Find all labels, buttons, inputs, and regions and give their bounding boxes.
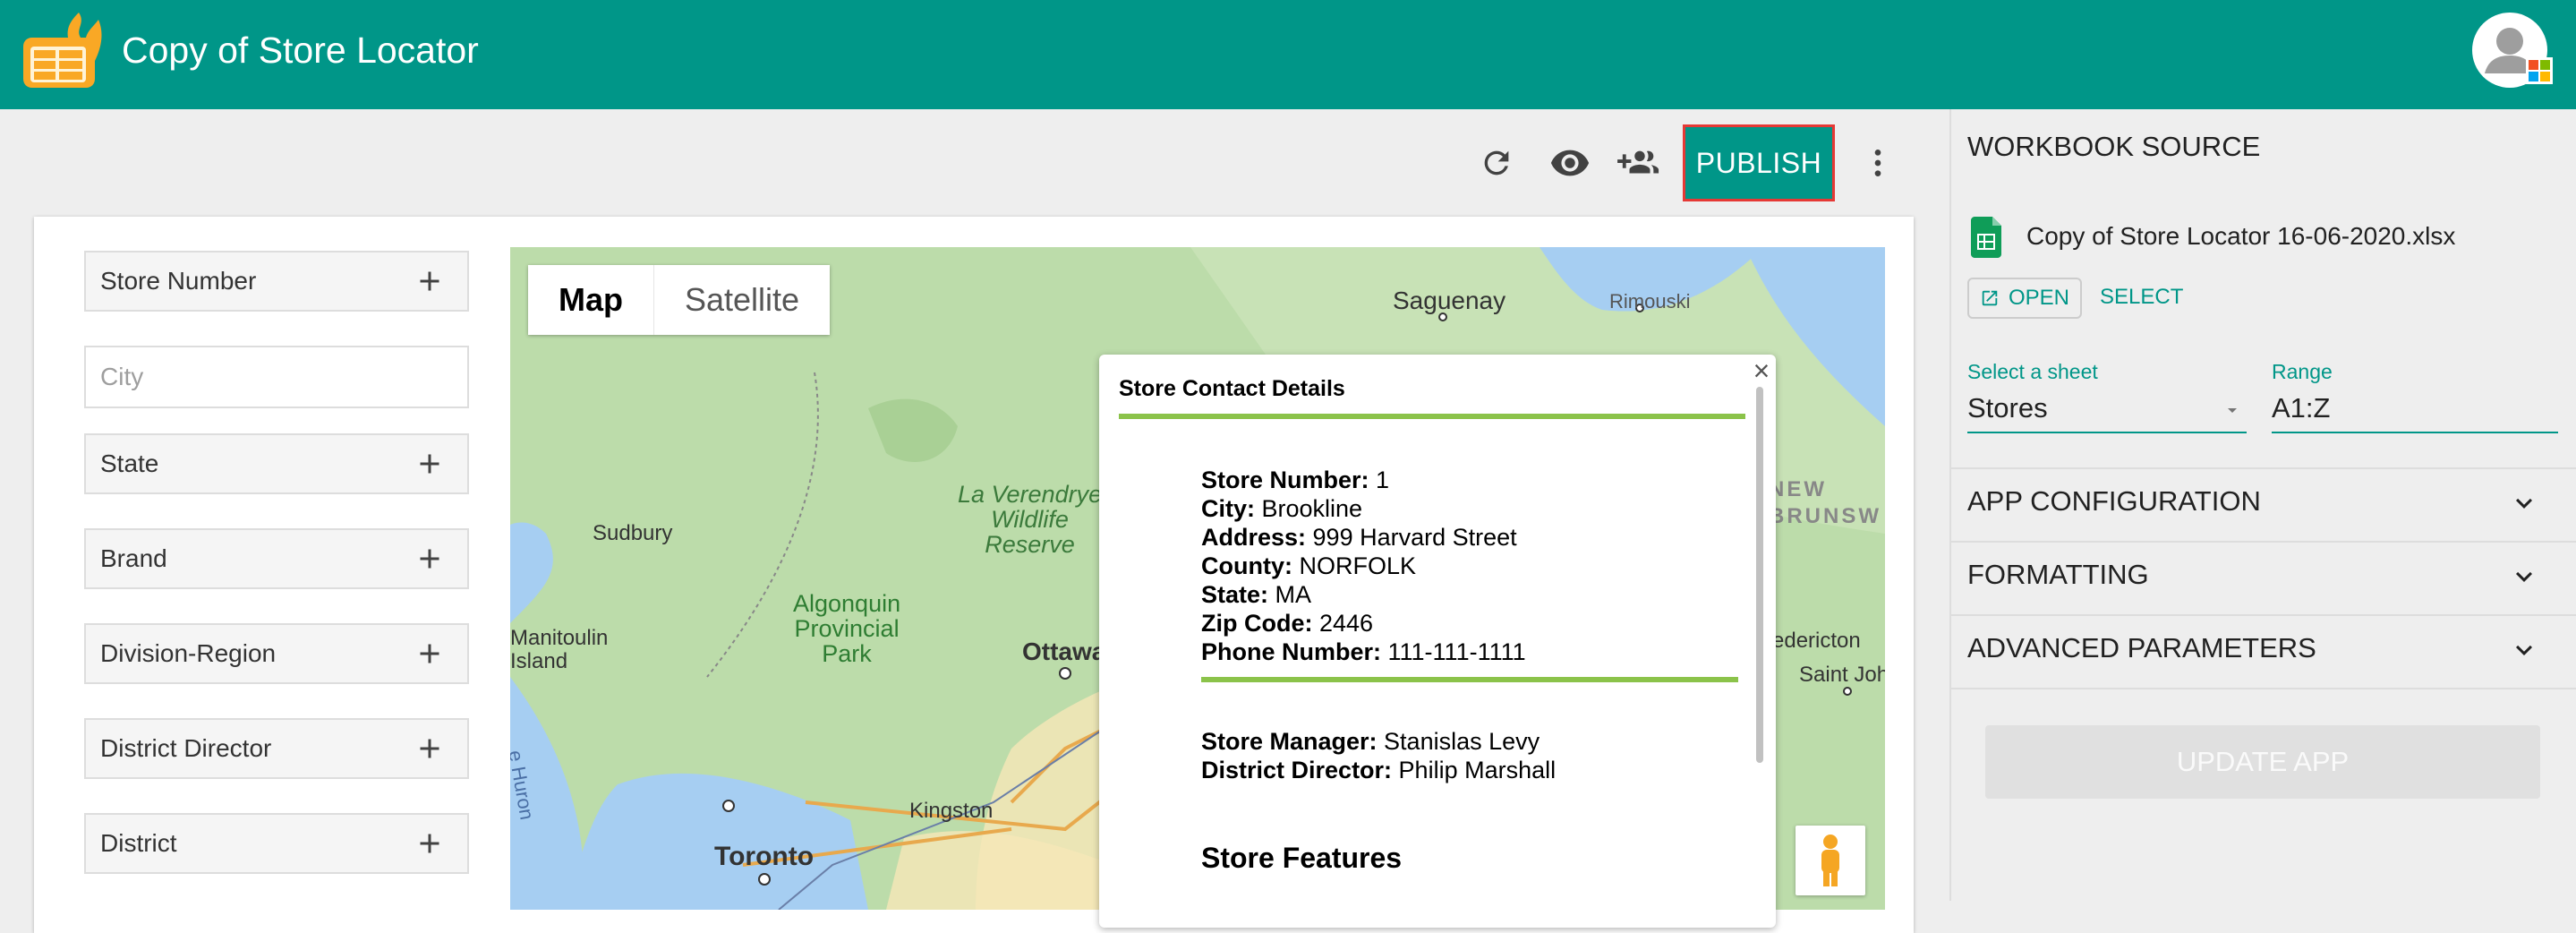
close-icon[interactable]: ×: [1747, 356, 1776, 385]
plus-icon[interactable]: [414, 448, 446, 480]
app-title: Copy of Store Locator: [122, 30, 479, 71]
map-label-manitoulin: Manitoulin Island: [510, 626, 609, 673]
refresh-icon[interactable]: [1473, 140, 1520, 186]
plus-icon[interactable]: [414, 265, 446, 297]
detail-state: State: MA: [1201, 581, 1312, 608]
popup-divider: [1201, 677, 1738, 682]
chevron-down-icon[interactable]: [2508, 634, 2540, 666]
workbook-source-heading: WORKBOOK SOURCE: [1967, 131, 2261, 162]
plus-icon[interactable]: [414, 543, 446, 575]
map-label-algonquin: Algonquin Provincial Park: [793, 590, 901, 667]
filter-label: District: [100, 829, 177, 857]
open-label: OPEN: [2008, 286, 2069, 310]
open-button[interactable]: OPEN: [1967, 278, 2082, 319]
map-label-la-verendrye: La Verendrye Wildlife Reserve: [958, 481, 1103, 558]
microsoft-icon: [2526, 57, 2553, 84]
workbook-file-name: Copy of Store Locator 16-06-2020.xlsx: [2026, 222, 2456, 250]
eye-icon[interactable]: [1547, 140, 1593, 186]
app-configuration-section[interactable]: APP CONFIGURATION: [1967, 485, 2261, 518]
app-logo-icon: [23, 13, 102, 88]
map-type-satellite-button[interactable]: Satellite: [653, 265, 830, 335]
section-divider: [1951, 467, 2576, 469]
filter-division-region[interactable]: Division-Region: [84, 623, 469, 684]
detail-district-director: District Director: Philip Marshall: [1201, 757, 1557, 783]
filter-label: Store Number: [100, 267, 257, 295]
formatting-section[interactable]: FORMATTING: [1967, 559, 2149, 591]
filter-label: Division-Region: [100, 639, 277, 667]
plus-icon[interactable]: [414, 827, 446, 860]
map-label-fredericton: edericton: [1772, 629, 1861, 653]
advanced-parameters-section[interactable]: ADVANCED PARAMETERS: [1967, 632, 2316, 664]
map-label-kingston: Kingston: [909, 799, 994, 823]
section-divider: [1951, 541, 2576, 543]
filter-district[interactable]: District: [84, 813, 469, 874]
filter-label: District Director: [100, 734, 272, 762]
detail-address: Address: 999 Harvard Street: [1201, 524, 1517, 551]
group-add-icon[interactable]: [1616, 140, 1663, 186]
detail-city: City: Brookline: [1201, 495, 1363, 522]
chevron-down-icon[interactable]: [2508, 561, 2540, 593]
sheet-select[interactable]: Stores: [1967, 389, 2247, 433]
open-in-new-icon: [1982, 290, 1998, 306]
map-label-ottawa: Ottawa: [1022, 638, 1106, 665]
map-label-rimouski: Rimouski: [1609, 290, 1691, 312]
city-input[interactable]: [84, 346, 469, 408]
detail-store-number: Store Number: 1: [1201, 466, 1390, 493]
street-view-pegman-icon[interactable]: [1796, 826, 1865, 895]
app-bar: Copy of Store Locator: [0, 0, 2576, 109]
more-vert-icon[interactable]: [1855, 140, 1901, 186]
filter-store-number[interactable]: Store Number: [84, 251, 469, 312]
select-button[interactable]: SELECT: [2100, 285, 2183, 310]
range-label: Range: [2272, 360, 2333, 383]
map-label-toronto: Toronto: [714, 842, 815, 871]
section-divider: [1951, 614, 2576, 616]
detail-store-manager: Store Manager: Stanislas Levy: [1201, 728, 1540, 755]
chevron-down-icon[interactable]: [2508, 487, 2540, 519]
store-features-heading: Store Features: [1201, 842, 1403, 874]
filter-brand[interactable]: Brand: [84, 528, 469, 589]
detail-phone-number: Phone Number: 111-111-1111: [1201, 638, 1526, 665]
map-label-saint-john: Saint Joh: [1799, 663, 1885, 687]
detail-zip-code: Zip Code: 2446: [1201, 610, 1374, 637]
spreadsheet-file-icon: [1971, 217, 2001, 258]
dropdown-arrow-icon: [2228, 408, 2237, 413]
popup-divider: [1119, 414, 1745, 419]
filter-state[interactable]: State: [84, 433, 469, 494]
sheet-select-value: Stores: [1967, 392, 2048, 424]
detail-county: County: NORFOLK: [1201, 552, 1417, 579]
sheet-select-label: Select a sheet: [1967, 360, 2098, 383]
plus-icon[interactable]: [414, 638, 446, 670]
filter-district-director[interactable]: District Director: [84, 718, 469, 779]
plus-icon[interactable]: [414, 732, 446, 765]
map-type-map-button[interactable]: Map: [528, 265, 653, 335]
publish-button[interactable]: PUBLISH: [1683, 124, 1835, 201]
map-label-saguenay: Saguenay: [1393, 287, 1506, 314]
range-input[interactable]: A1:Z: [2272, 389, 2558, 433]
popup-title: Store Contact Details: [1119, 376, 1345, 401]
section-divider: [1951, 688, 2576, 689]
filter-label: Brand: [100, 544, 167, 572]
update-app-button[interactable]: UPDATE APP: [1985, 725, 2540, 799]
map-label-sudbury: Sudbury: [593, 521, 673, 545]
map-type-control: Map Satellite: [528, 265, 831, 335]
popup-scrollbar[interactable]: [1756, 387, 1763, 763]
filter-label: State: [100, 449, 159, 477]
map-label-new-brunswick: NEW BRUNSW: [1769, 477, 1881, 528]
